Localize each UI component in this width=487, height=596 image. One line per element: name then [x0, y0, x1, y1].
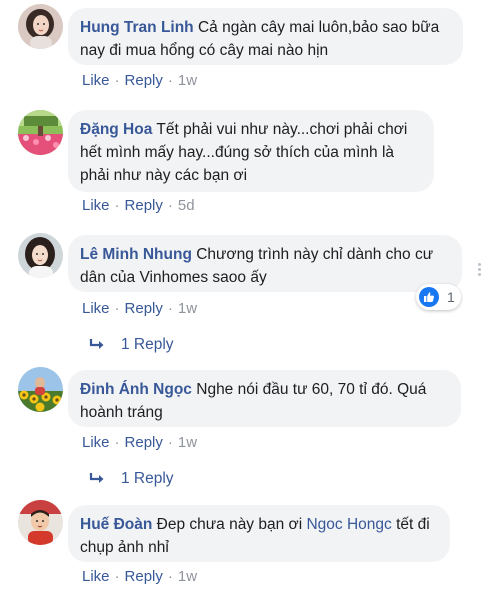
like-link[interactable]: Like [82, 300, 110, 317]
avatar[interactable] [18, 367, 63, 412]
separator: · [167, 568, 173, 585]
like-link[interactable]: Like [82, 568, 110, 585]
reply-link[interactable]: Reply [125, 72, 163, 89]
reaction-count: 1 [447, 289, 455, 305]
flower-garden-avatar-icon [18, 110, 63, 155]
comment-timestamp[interactable]: 1w [178, 72, 197, 89]
comment-actions: Like · Reply · 1w [82, 72, 197, 89]
comment-timestamp[interactable]: 5d [178, 197, 195, 214]
comment-actions: Like · Reply · 1w [82, 300, 197, 317]
separator: · [114, 434, 120, 451]
comment-author[interactable]: Đặng Hoa [80, 121, 152, 138]
comment-author[interactable]: Hung Tran Linh [80, 19, 194, 36]
reply-arrow-icon [89, 339, 104, 349]
sunflower-field-avatar-icon [18, 367, 63, 412]
replies-count-label[interactable]: 1 Reply [121, 470, 174, 487]
separator: · [114, 568, 120, 585]
reply-link[interactable]: Reply [125, 197, 163, 214]
like-link[interactable]: Like [82, 434, 110, 451]
woman-portrait-avatar-icon [18, 233, 63, 278]
comment-author[interactable]: Lê Minh Nhung [80, 246, 192, 263]
more-options-icon[interactable] [478, 263, 482, 278]
comment-bubble: Đặng Hoa Tết phải vui như này...chơi phả… [68, 110, 434, 192]
comment-text: Đep chưa này bạn ơi [156, 516, 303, 533]
separator: · [167, 72, 173, 89]
replies-count-label[interactable]: 1 Reply [121, 336, 174, 353]
comment-bubble: Hung Tran Linh Cả ngàn cây mai luôn,bảo … [68, 8, 463, 65]
child-photo-avatar-icon [18, 500, 63, 545]
separator: · [114, 197, 120, 214]
comment-actions: Like · Reply · 5d [82, 197, 195, 214]
separator: · [167, 300, 173, 317]
reply-arrow-icon [89, 473, 104, 483]
comment-actions: Like · Reply · 1w [82, 568, 197, 585]
reaction-count-badge[interactable]: 1 [416, 284, 461, 310]
thumbs-up-icon [419, 287, 439, 307]
separator: · [167, 434, 173, 451]
comment-author[interactable]: Huế Đoàn [80, 516, 152, 533]
view-replies-link[interactable]: 1 Reply [89, 336, 174, 354]
comment-timestamp[interactable]: 1w [178, 434, 197, 451]
reply-link[interactable]: Reply [125, 568, 163, 585]
view-replies-link[interactable]: 1 Reply [89, 470, 174, 488]
like-link[interactable]: Like [82, 197, 110, 214]
like-link[interactable]: Like [82, 72, 110, 89]
separator: · [114, 300, 120, 317]
comment-author[interactable]: Đinh Ánh Ngọc [80, 381, 192, 398]
separator: · [167, 197, 173, 214]
comment-bubble: Huế Đoàn Đep chưa này bạn ơi Ngoc Hongc … [68, 505, 450, 562]
woman-portrait-avatar-icon [18, 4, 63, 49]
reply-link[interactable]: Reply [125, 300, 163, 317]
comment-bubble: Đinh Ánh Ngọc Nghe nói đầu tư 60, 70 tỉ … [68, 370, 461, 427]
avatar[interactable] [18, 233, 63, 278]
mention-link[interactable]: Ngoc Hongc [306, 516, 391, 533]
avatar[interactable] [18, 500, 63, 545]
reply-link[interactable]: Reply [125, 434, 163, 451]
avatar[interactable] [18, 4, 63, 49]
comment-actions: Like · Reply · 1w [82, 434, 197, 451]
comment-bubble: Lê Minh Nhung Chương trình này chỉ dành … [68, 235, 462, 292]
separator: · [114, 72, 120, 89]
comment-timestamp[interactable]: 1w [178, 568, 197, 585]
comment-timestamp[interactable]: 1w [178, 300, 197, 317]
avatar[interactable] [18, 110, 63, 155]
